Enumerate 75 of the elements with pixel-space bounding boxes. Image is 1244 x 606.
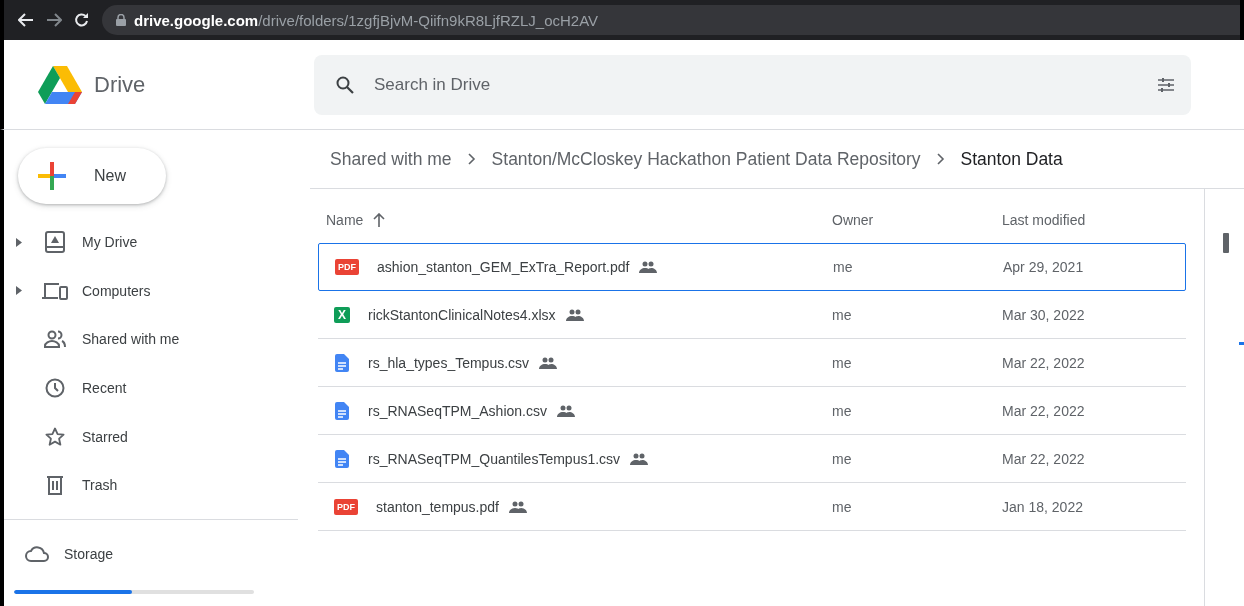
file-name: rs_RNASeqTPM_Ashion.csv [368, 402, 547, 419]
app-name: Drive [94, 71, 146, 98]
star-icon [45, 426, 65, 447]
shared-people-icon [539, 356, 558, 369]
file-row[interactable]: X rickStantonClinicalNotes4.xlsx me Mar 30, 2022 [318, 291, 1186, 339]
drive-logo-icon [38, 65, 82, 104]
shared-people-icon [565, 308, 584, 321]
url-text: drive.google.com/drive/folders/1zgfjBjvM-Qiifn9kR8LjfRZLJ_ocH2AV [134, 11, 599, 29]
owner-cell-text: me [832, 402, 853, 419]
drive-folder-icon [45, 231, 65, 254]
sort-arrow-icon[interactable] [373, 213, 386, 227]
breadcrumb-item[interactable]: Stanton/McCloskey Hackathon Patient Data Repository [491, 148, 921, 170]
new-button[interactable]: New [18, 148, 166, 204]
chevron-right-icon [936, 153, 945, 165]
file-name: stanton_tempus.pdf [376, 498, 499, 515]
nav-item[interactable]: Recent [4, 363, 310, 413]
document-file-icon [335, 401, 349, 420]
file-name: rs_RNASeqTPM_QuantilesTempus1.csv [368, 450, 621, 467]
owner-cell-text: me [833, 259, 854, 275]
owner-cell-text: me [832, 498, 853, 515]
clock-icon [45, 378, 65, 399]
column-header[interactable]: Last modified [1002, 212, 1086, 228]
chevron-right-icon [467, 153, 476, 165]
nav-item[interactable]: Shared with me [4, 315, 310, 364]
document-file-icon [335, 353, 349, 372]
file-name: rs_hla_types_Tempus.csv [368, 354, 530, 371]
nav-item[interactable]: Starred [4, 412, 310, 461]
owner-cell-text: me [832, 450, 853, 467]
trash-icon [46, 475, 64, 496]
search-icon [336, 75, 354, 94]
column-header[interactable]: Name [326, 212, 364, 228]
file-name: ashion_stanton_GEM_ExTra_Report.pdf [377, 259, 630, 275]
modified-cell: Mar 22, 2022 [1002, 354, 1085, 371]
file-row[interactable]: rs_RNASeqTPM_QuantilesTempus1.csv me Mar 22, 2022 [318, 435, 1186, 483]
search-field[interactable]: Search in Drive [314, 54, 1191, 115]
shared-people-icon [630, 452, 649, 465]
reload-icon[interactable] [74, 12, 90, 28]
modified-cell: Jan 18, 2022 [1002, 498, 1083, 515]
breadcrumb-item[interactable]: Stanton Data [960, 148, 1063, 170]
nav-item[interactable]: Trash [4, 460, 310, 510]
panel-icon [1223, 233, 1229, 253]
owner-cell-text: me [832, 354, 853, 371]
forward-icon[interactable] [46, 13, 62, 27]
document-file-icon [335, 449, 349, 468]
shared-people-icon [509, 500, 527, 513]
expand-caret-icon[interactable] [16, 286, 22, 296]
file-name: rickStantonClinicalNotes4.xlsx [368, 306, 556, 323]
breadcrumb-item[interactable]: Shared with me [330, 148, 452, 170]
owner-cell-text: me [832, 306, 853, 323]
lock-icon [116, 14, 126, 26]
nav-item[interactable]: Computers [4, 266, 310, 316]
modified-cell: Mar 30, 2022 [1002, 306, 1085, 323]
people-icon [44, 330, 66, 349]
plus-icon [38, 162, 66, 190]
storage-item[interactable]: Storage [4, 529, 310, 578]
pdf-file-icon: PDF [334, 498, 358, 515]
file-row[interactable]: PDF ashion_stanton_GEM_ExTra_Report.pdf me Apr 29, 2021 [318, 243, 1186, 291]
modified-cell: Apr 29, 2021 [1003, 259, 1084, 275]
spreadsheet-file-icon: X [334, 306, 350, 323]
back-icon[interactable] [18, 13, 34, 27]
file-row[interactable]: rs_RNASeqTPM_Ashion.csv me Mar 22, 2022 [318, 387, 1186, 435]
nav-item[interactable]: My Drive [4, 218, 310, 267]
shared-people-icon [556, 404, 575, 417]
expand-caret-icon[interactable] [16, 237, 22, 247]
modified-cell: Mar 22, 2022 [1002, 450, 1085, 467]
shared-people-icon [639, 261, 658, 273]
file-row[interactable]: PDF stanton_tempus.pdf me Jan 18, 2022 [318, 483, 1186, 531]
pdf-file-icon: PDF [335, 259, 359, 275]
filter-options-icon[interactable] [1157, 75, 1175, 94]
column-header[interactable]: Owner [832, 212, 1002, 228]
file-row[interactable]: rs_hla_types_Tempus.csv me Mar 22, 2022 [318, 339, 1186, 387]
computers-icon [42, 281, 68, 300]
cloud-icon [25, 545, 49, 562]
modified-cell: Mar 22, 2022 [1002, 402, 1085, 419]
address-bar[interactable]: drive.google.com/drive/folders/1zgfjBjvM-Qiifn9kR8LjfRZLJ_ocH2AV [102, 5, 1240, 35]
